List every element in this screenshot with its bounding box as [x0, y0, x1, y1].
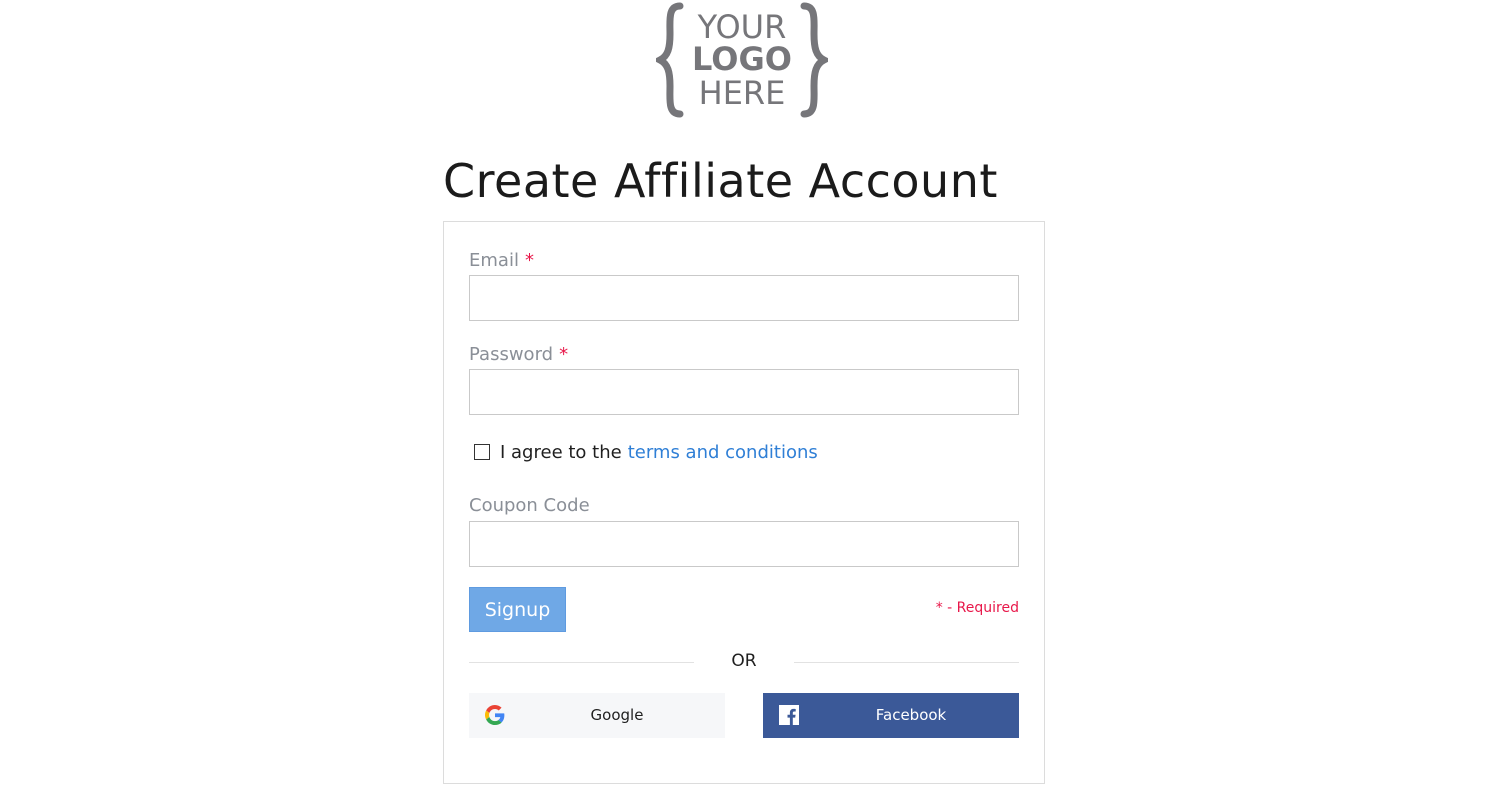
google-button-label: Google	[590, 706, 644, 724]
google-signup-button[interactable]: Google	[469, 693, 725, 738]
terms-and-conditions-link[interactable]: terms and conditions	[628, 442, 818, 463]
email-label: Email *	[469, 250, 534, 271]
signup-form-card: Email * Password * I agree to the terms an…	[443, 221, 1045, 784]
google-icon	[485, 705, 505, 725]
coupon-code-input[interactable]	[469, 521, 1019, 567]
terms-checkbox[interactable]	[474, 444, 490, 460]
page-title: Create Affiliate Account	[443, 154, 998, 208]
divider-line-left	[469, 662, 694, 663]
password-label: Password *	[469, 344, 568, 365]
password-label-text: Password	[469, 344, 554, 365]
svg-text:LOGO: LOGO	[692, 40, 792, 78]
or-divider-text: OR	[731, 651, 757, 671]
email-input[interactable]	[469, 275, 1019, 321]
terms-agreement-text: I agree to the	[500, 441, 622, 463]
required-note: * - Required	[935, 600, 1019, 616]
svg-text:HERE: HERE	[699, 74, 786, 112]
company-logo: YOUR LOGO HERE	[656, 0, 828, 120]
email-required-mark: *	[524, 250, 534, 271]
facebook-button-label: Facebook	[875, 706, 947, 724]
password-required-mark: *	[559, 344, 569, 365]
password-input[interactable]	[469, 369, 1019, 415]
facebook-icon	[779, 705, 799, 725]
logo-graphic: YOUR LOGO HERE	[656, 2, 828, 118]
email-label-text: Email	[469, 250, 519, 271]
coupon-code-label: Coupon Code	[469, 495, 590, 516]
facebook-signup-button[interactable]: Facebook	[763, 693, 1019, 738]
terms-agreement-row: I agree to the terms and conditions	[474, 440, 818, 464]
signup-button[interactable]: Signup	[469, 587, 566, 632]
divider-line-right	[794, 662, 1019, 663]
